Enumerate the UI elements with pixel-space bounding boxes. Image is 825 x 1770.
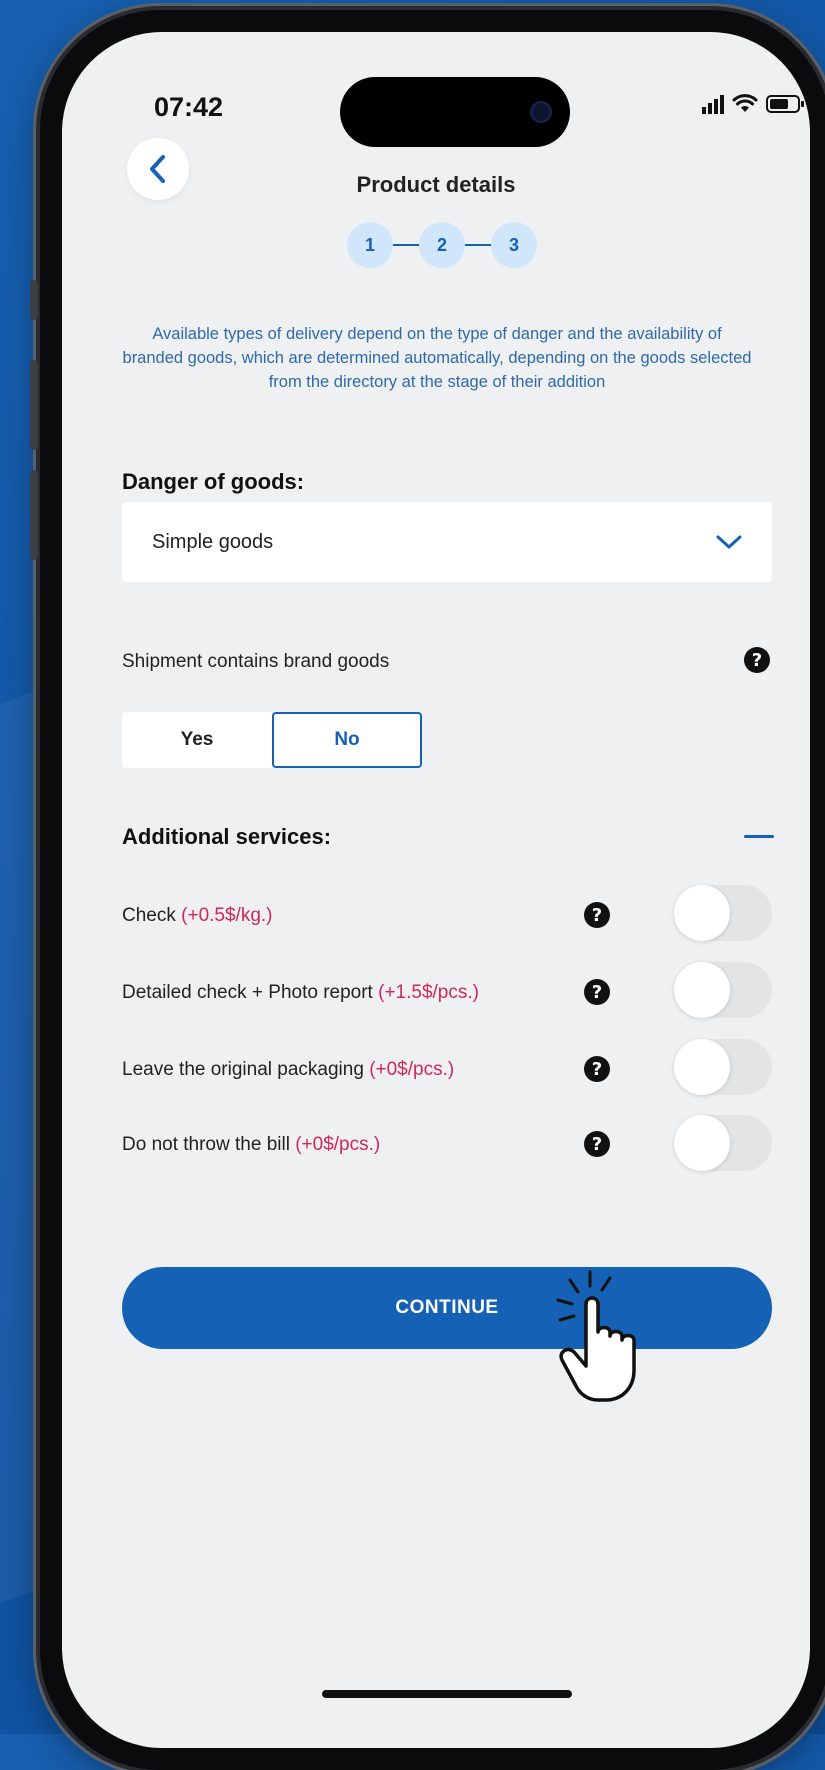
- danger-select[interactable]: Simple goods: [122, 502, 772, 582]
- question-circle-icon[interactable]: ?: [744, 647, 770, 673]
- danger-label: Danger of goods:: [122, 469, 305, 494]
- service-check-label: Check (+0.5$/kg.): [122, 905, 273, 927]
- volume-down-button: [30, 470, 38, 560]
- progress-stepper: 1 2 3: [347, 222, 537, 268]
- status-icons: [702, 94, 804, 114]
- service-photo-report-label: Detailed check + Photo report (+1.5$/pcs…: [122, 982, 479, 1004]
- service-price: (+0.5$/kg.): [181, 905, 273, 926]
- toggle-knob: [674, 885, 730, 941]
- toggle-knob: [674, 962, 730, 1018]
- step-3: 3: [491, 222, 537, 268]
- camera-icon: [530, 101, 552, 123]
- service-name: Leave the original packaging: [122, 1059, 370, 1080]
- signal-icon: [702, 94, 724, 114]
- brand-yes-button[interactable]: Yes: [122, 712, 272, 768]
- phone-frame: 07:42 Product details 1 2 3 Available ty…: [30, 10, 825, 1770]
- question-circle-icon[interactable]: ?: [584, 1056, 610, 1082]
- danger-selected-value: Simple goods: [152, 530, 274, 553]
- page-title: Product details: [356, 172, 516, 197]
- service-price: (+0$/pcs.): [369, 1059, 455, 1080]
- service-bill-label: Do not throw the bill (+0$/pcs.): [122, 1134, 380, 1156]
- service-packaging-label: Leave the original packaging (+0$/pcs.): [122, 1059, 454, 1081]
- volume-up-button: [30, 360, 38, 450]
- service-price: (+1.5$/pcs.): [378, 982, 479, 1003]
- brand-goods-toggle: Yes No: [122, 712, 428, 768]
- service-price: (+0$/pcs.): [295, 1134, 381, 1155]
- service-bill-toggle[interactable]: [674, 1115, 772, 1171]
- service-name: Check: [122, 905, 182, 926]
- status-time: 07:42: [154, 92, 224, 122]
- delivery-info-text: Available types of delivery depend on th…: [122, 325, 752, 391]
- silent-switch: [30, 280, 38, 320]
- toggle-knob: [674, 1039, 730, 1095]
- service-name: Do not throw the bill: [122, 1134, 296, 1155]
- step-2: 2: [419, 222, 465, 268]
- battery-icon: [766, 95, 804, 113]
- minus-icon[interactable]: [744, 835, 774, 838]
- wifi-icon: [732, 94, 758, 112]
- service-check-toggle[interactable]: [674, 885, 772, 941]
- service-photo-report-toggle[interactable]: [674, 962, 772, 1018]
- step-1: 1: [347, 222, 393, 268]
- service-name: Detailed check + Photo report: [122, 982, 379, 1003]
- question-circle-icon[interactable]: ?: [584, 1131, 610, 1157]
- toggle-knob: [674, 1115, 730, 1171]
- question-circle-icon[interactable]: ?: [584, 902, 610, 928]
- brand-no-button[interactable]: No: [272, 712, 422, 768]
- app-screen: 07:42 Product details 1 2 3 Available ty…: [62, 32, 810, 1748]
- question-circle-icon[interactable]: ?: [584, 979, 610, 1005]
- dynamic-island: [340, 77, 570, 147]
- home-indicator: [322, 1690, 572, 1698]
- service-packaging-toggle[interactable]: [674, 1039, 772, 1095]
- hand-pointer-icon: [556, 1270, 636, 1402]
- chevron-down-icon: [716, 535, 742, 549]
- brand-goods-label: Shipment contains brand goods: [122, 651, 390, 672]
- additional-services-label: Additional services:: [122, 824, 332, 849]
